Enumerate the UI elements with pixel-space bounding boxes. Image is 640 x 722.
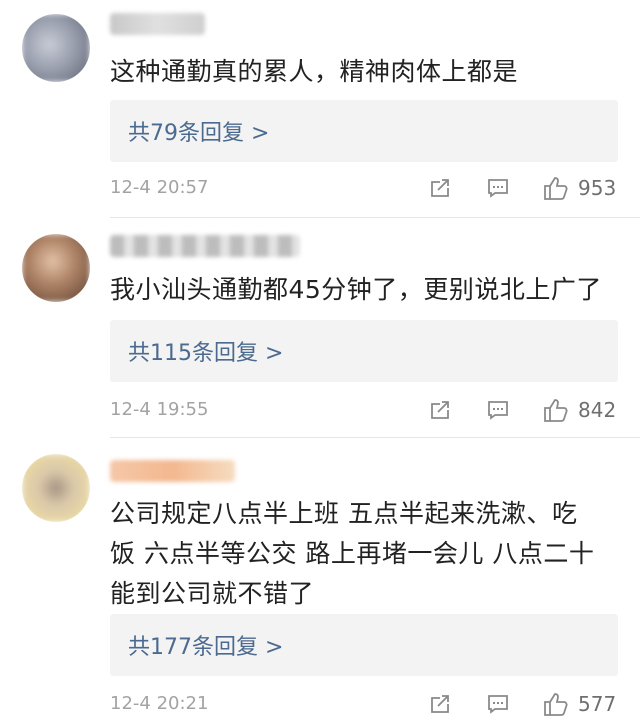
replies-link[interactable]: 共177条回复 >	[110, 614, 618, 676]
timestamp: 12-4 19:55	[110, 399, 209, 420]
timestamp: 12-4 20:21	[110, 693, 209, 714]
thumbs-up-icon[interactable]	[542, 690, 570, 718]
comment-text-line: 能到公司就不错了	[110, 579, 315, 608]
comment-item: 我小汕头通勤都45分钟了，更别说北上广了 共115条回复 > 12-4 19:5…	[0, 218, 640, 438]
comment-icon[interactable]	[486, 398, 510, 422]
avatar[interactable]	[22, 14, 90, 82]
share-icon[interactable]	[428, 398, 452, 422]
comment-text: 这种通勤真的累人，精神肉体上都是	[110, 57, 519, 86]
comment-text: 公司规定八点半上班 五点半起来洗漱、吃 饭 六点半等公交 路上再堵一会儿 八点二…	[110, 494, 610, 614]
comment-meta: 12-4 20:57 953	[110, 172, 618, 204]
like-count: 842	[578, 398, 617, 422]
comment-icon[interactable]	[486, 692, 510, 716]
replies-label: 共177条回复 >	[128, 635, 284, 660]
share-icon[interactable]	[428, 176, 452, 200]
comment-meta: 12-4 19:55 842	[110, 394, 618, 426]
avatar[interactable]	[22, 234, 90, 302]
timestamp: 12-4 20:57	[110, 177, 209, 198]
replies-link[interactable]: 共115条回复 >	[110, 320, 618, 382]
username[interactable]	[110, 235, 300, 257]
comment-item: 这种通勤真的累人，精神肉体上都是 共79条回复 > 12-4 20:57 953	[0, 0, 640, 218]
share-icon[interactable]	[428, 692, 452, 716]
comment-item: 公司规定八点半上班 五点半起来洗漱、吃 饭 六点半等公交 路上再堵一会儿 八点二…	[0, 438, 640, 722]
replies-label: 共115条回复 >	[128, 341, 284, 366]
comment-text-line: 公司规定八点半上班 五点半起来洗漱、吃	[110, 499, 578, 528]
username[interactable]	[110, 460, 235, 482]
username[interactable]	[110, 13, 205, 35]
comment-text: 我小汕头通勤都45分钟了，更别说北上广了	[110, 275, 602, 304]
comment-icon[interactable]	[486, 176, 510, 200]
thumbs-up-icon[interactable]	[542, 396, 570, 424]
comment-meta: 12-4 20:21 577	[110, 688, 618, 720]
like-count: 577	[578, 692, 617, 716]
avatar[interactable]	[22, 454, 90, 522]
like-count: 953	[578, 176, 617, 200]
comment-text-line: 饭 六点半等公交 路上再堵一会儿 八点二十	[110, 539, 595, 568]
replies-label: 共79条回复 >	[128, 121, 270, 146]
replies-link[interactable]: 共79条回复 >	[110, 100, 618, 162]
thumbs-up-icon[interactable]	[542, 174, 570, 202]
